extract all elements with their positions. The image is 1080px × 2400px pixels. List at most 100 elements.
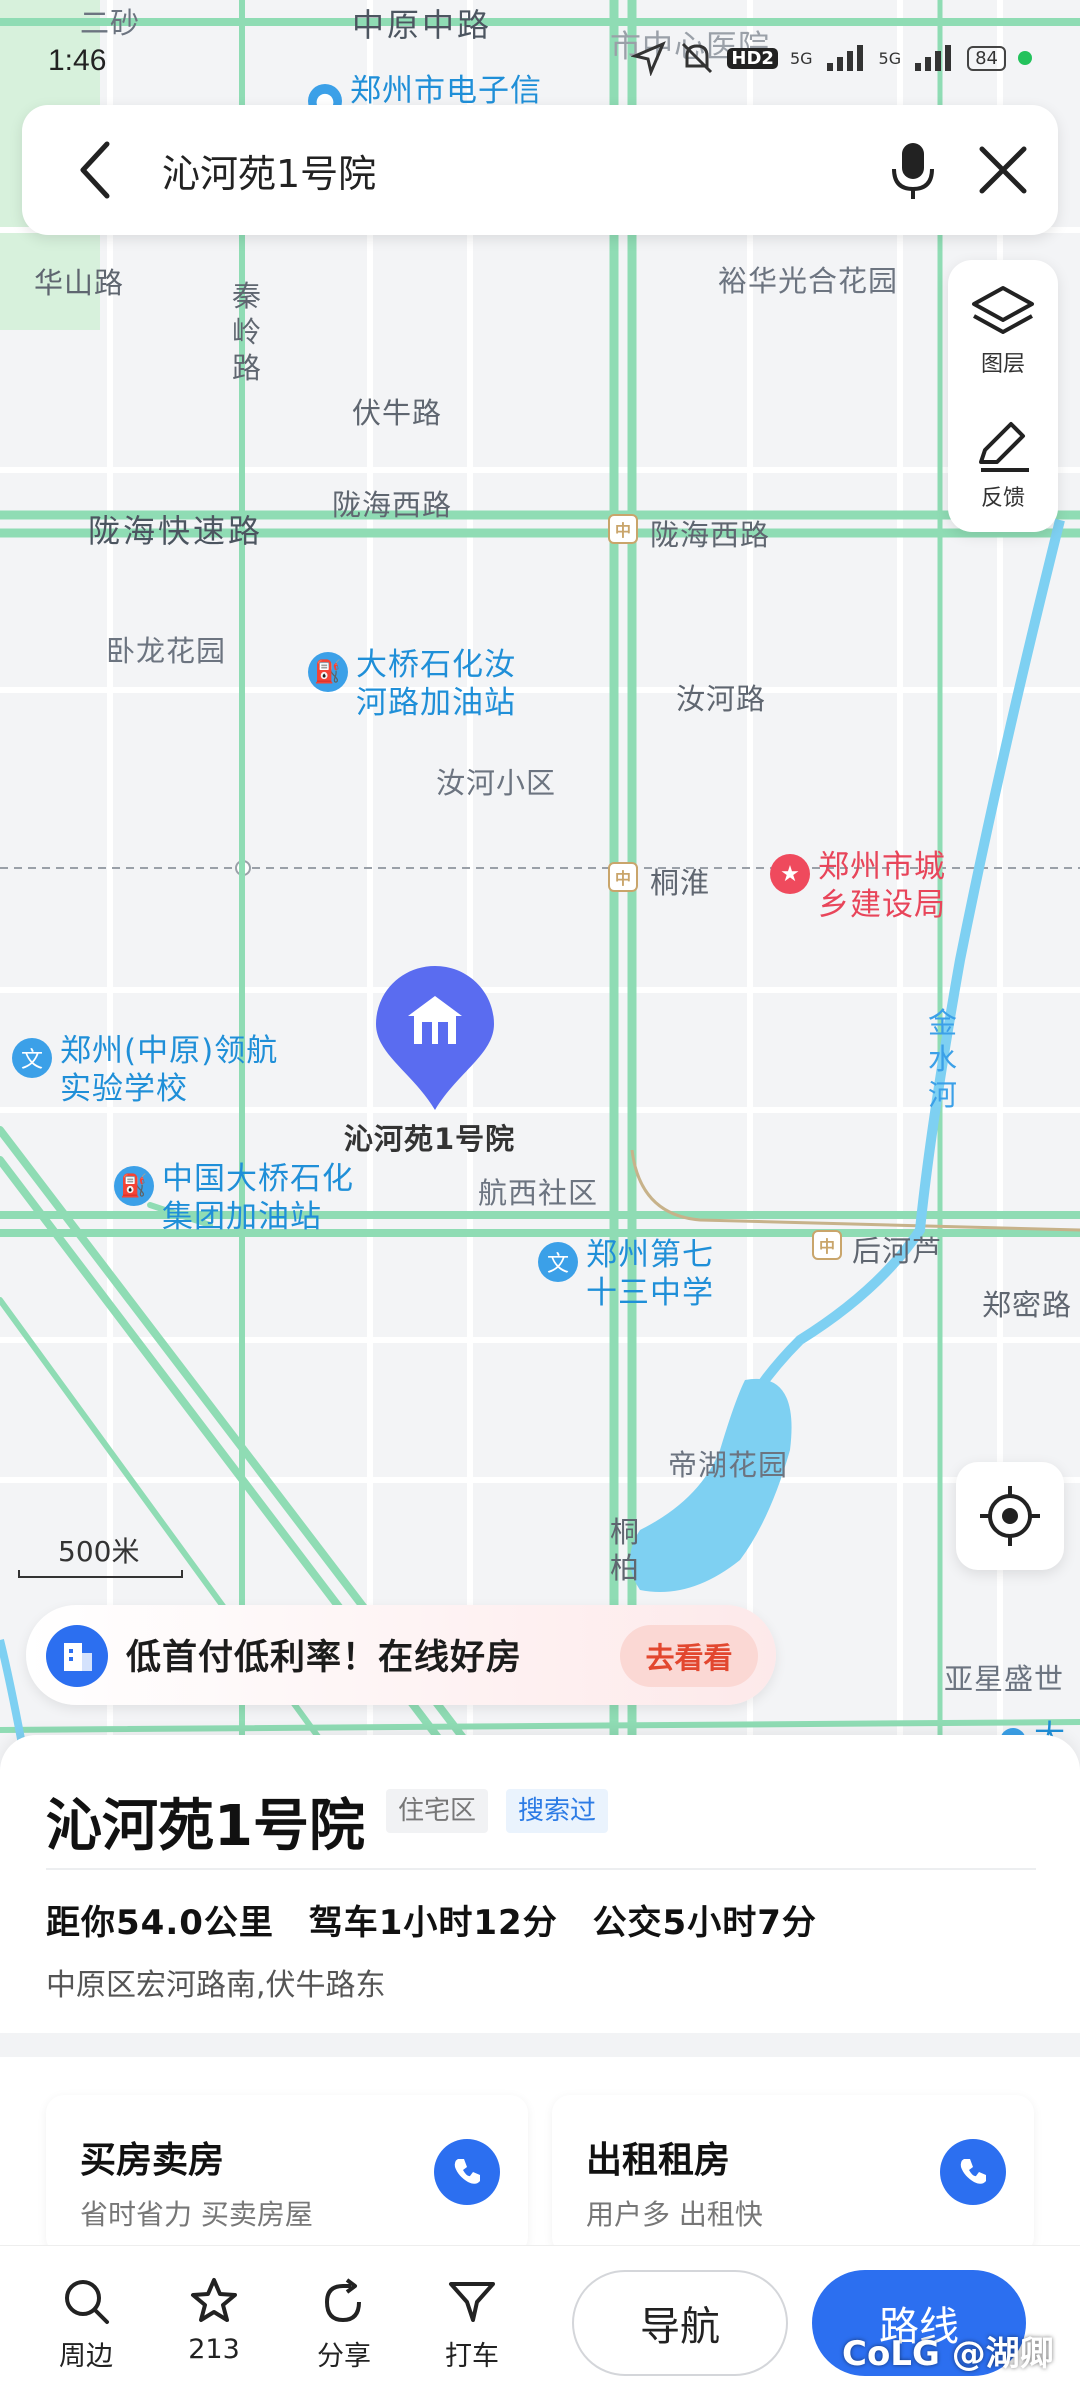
bottom-action-bar: 周边 213 分享 打车 导航 路线: [0, 2245, 1080, 2400]
taxi-icon: [449, 2282, 495, 2322]
battery-icon: 84: [967, 45, 1006, 71]
promo-banner[interactable]: 低首付低利率！在线好房 去看看: [26, 1605, 776, 1705]
star-icon: ★: [770, 854, 810, 894]
scale-bar: [18, 1570, 183, 1578]
nearby-label: 周边: [59, 2341, 113, 2372]
watermark: CoLG @湖卿: [842, 2334, 1054, 2374]
mute-bell-icon: [682, 42, 713, 74]
share-label: 分享: [317, 2341, 371, 2372]
distance-text: 距你54.0公里: [46, 1903, 274, 1943]
place-title: 沁河苑1号院: [46, 1794, 365, 1859]
card-subtitle: 省时省力 买卖房屋: [80, 2198, 313, 2231]
card-subtitle: 用户多 出租快: [586, 2198, 763, 2231]
bus-time-text: 公交5小时7分: [592, 1903, 817, 1943]
searched-tag: 搜索过: [506, 1789, 609, 1833]
service-card-buy-sell[interactable]: 买房卖房 省时省力 买卖房屋: [46, 2095, 528, 2255]
subway-label-tonghuai[interactable]: 桐淮: [650, 860, 710, 902]
poi-gas-station-ruhe[interactable]: ⛽ 大桥石化汝河路加油站: [308, 646, 546, 722]
drive-time-text: 驾车1小时12分: [308, 1903, 558, 1943]
crosshair-icon: [980, 1486, 1040, 1546]
divider: [46, 1868, 1036, 1870]
promo-text: 低首付低利率！在线好房: [126, 1638, 523, 1678]
phone-icon: [960, 2159, 986, 2184]
star-icon: [191, 2278, 237, 2322]
map-scale: 500米: [18, 1530, 183, 1580]
gas-station-icon: ⛽: [308, 652, 348, 692]
layers-icon: [972, 286, 1034, 334]
poi-school-linghang[interactable]: 文 郑州(中原)领航实验学校: [12, 1032, 280, 1108]
status-bar: 1:46 HD2 5G 5G 84: [0, 0, 1080, 100]
poi-gas-station-group[interactable]: ⛽ 中国大桥石化集团加油站: [114, 1160, 382, 1236]
scale-label: 500米: [58, 1535, 140, 1568]
school-icon: 文: [12, 1038, 52, 1078]
taxi-label: 打车: [445, 2341, 499, 2372]
road-label-huashan: 华山路: [34, 266, 125, 300]
section-gap: [0, 2033, 1080, 2057]
area-label-yuhua: 裕华光合花园: [718, 264, 899, 298]
nearby-button[interactable]: 周边: [36, 2276, 136, 2373]
road-label-qinling: 秦岭路: [231, 279, 262, 385]
road-label-zhengmi: 郑密路: [982, 1288, 1073, 1322]
phone-icon: [454, 2159, 480, 2184]
promo-button[interactable]: 去看看: [620, 1625, 758, 1687]
layers-label: 图层: [980, 352, 1025, 377]
location-arrow-icon: [631, 41, 667, 76]
road-label-tongbai: 桐柏: [609, 1515, 640, 1585]
search-icon: [65, 2280, 109, 2324]
card-title: 出租租房: [586, 2140, 731, 2181]
marker-label: 沁河苑1号院: [344, 1122, 516, 1156]
road-label-longhai-west-2: 陇海西路: [650, 518, 771, 552]
signal-icon: [826, 45, 863, 71]
favorite-button[interactable]: 213: [164, 2276, 264, 2365]
back-button[interactable]: [62, 137, 128, 203]
building-icon: [46, 1625, 108, 1687]
layers-button[interactable]: 图层: [948, 266, 1058, 396]
phone-call-button[interactable]: [434, 2139, 500, 2205]
subway-icon[interactable]: 中: [812, 1230, 842, 1260]
map-tools-panel: 图层 反馈: [948, 260, 1058, 532]
share-button[interactable]: 分享: [294, 2276, 394, 2373]
area-label-yaxing: 亚星盛世: [944, 1662, 1065, 1696]
status-time: 1:46: [48, 44, 107, 77]
signal-label-2: 5G: [878, 48, 902, 68]
subway-icon[interactable]: 中: [608, 862, 638, 892]
area-label-hangxi: 航西社区: [478, 1176, 599, 1210]
pencil-icon: [979, 422, 1029, 472]
school-icon: 文: [538, 1242, 578, 1282]
place-address: 中原区宏河路南,伏牛路东: [46, 1968, 386, 2003]
subway-label-houhelu[interactable]: 后河芦: [852, 1228, 942, 1270]
area-label-wolong: 卧龙花园: [106, 634, 227, 668]
hd-badge: HD2: [727, 47, 778, 69]
phone-call-button[interactable]: [940, 2139, 1006, 2205]
place-type-tag: 住宅区: [386, 1789, 489, 1833]
microphone-icon[interactable]: [882, 139, 944, 201]
feedback-button[interactable]: 反馈: [948, 400, 1058, 530]
status-icons: HD2 5G 5G 84: [631, 40, 1032, 76]
search-query-input[interactable]: 沁河苑1号院: [162, 143, 376, 198]
search-bar: 沁河苑1号院: [22, 105, 1058, 235]
travel-info: 距你54.0公里 驾车1小时12分 公交5小时7分: [46, 1895, 817, 1944]
close-icon[interactable]: [972, 139, 1034, 201]
service-card-rent[interactable]: 出租租房 用户多 出租快: [552, 2095, 1034, 2255]
navigate-button[interactable]: 导航: [572, 2270, 788, 2376]
taxi-button[interactable]: 打车: [422, 2276, 522, 2373]
map-view[interactable]: 二砂 中原中路 华山路 秦岭路 伏牛路 陇海西路 陇海快速路 陇海西路 汝河路 …: [0, 0, 1080, 1760]
road-label-funiu: 伏牛路: [352, 396, 443, 430]
locate-me-button[interactable]: [956, 1462, 1064, 1570]
feedback-label: 反馈: [980, 486, 1025, 511]
area-label-dihu: 帝湖花园: [668, 1448, 789, 1482]
area-label-ruhe-xiaoqu: 汝河小区: [436, 766, 557, 800]
poi-school-73[interactable]: 文 郑州第七十三中学: [538, 1236, 726, 1312]
area-label-jinshui: 金水河: [927, 1006, 958, 1112]
road-label-longhai-express: 陇海快速路: [88, 512, 264, 550]
signal-label-1: 5G: [789, 48, 813, 68]
road-label-ruhe: 汝河路: [676, 682, 767, 716]
card-title: 买房卖房: [80, 2140, 225, 2181]
selected-location-marker[interactable]: [372, 962, 498, 1112]
gas-station-icon: ⛽: [114, 1166, 154, 1206]
road-label-longhai-west-1: 陇海西路: [332, 488, 453, 522]
poi-urban-bureau[interactable]: ★ 郑州市城乡建设局: [770, 848, 968, 924]
signal-icon: [915, 45, 952, 71]
subway-icon[interactable]: 中: [608, 514, 638, 544]
privacy-dot-icon: [1018, 51, 1032, 65]
